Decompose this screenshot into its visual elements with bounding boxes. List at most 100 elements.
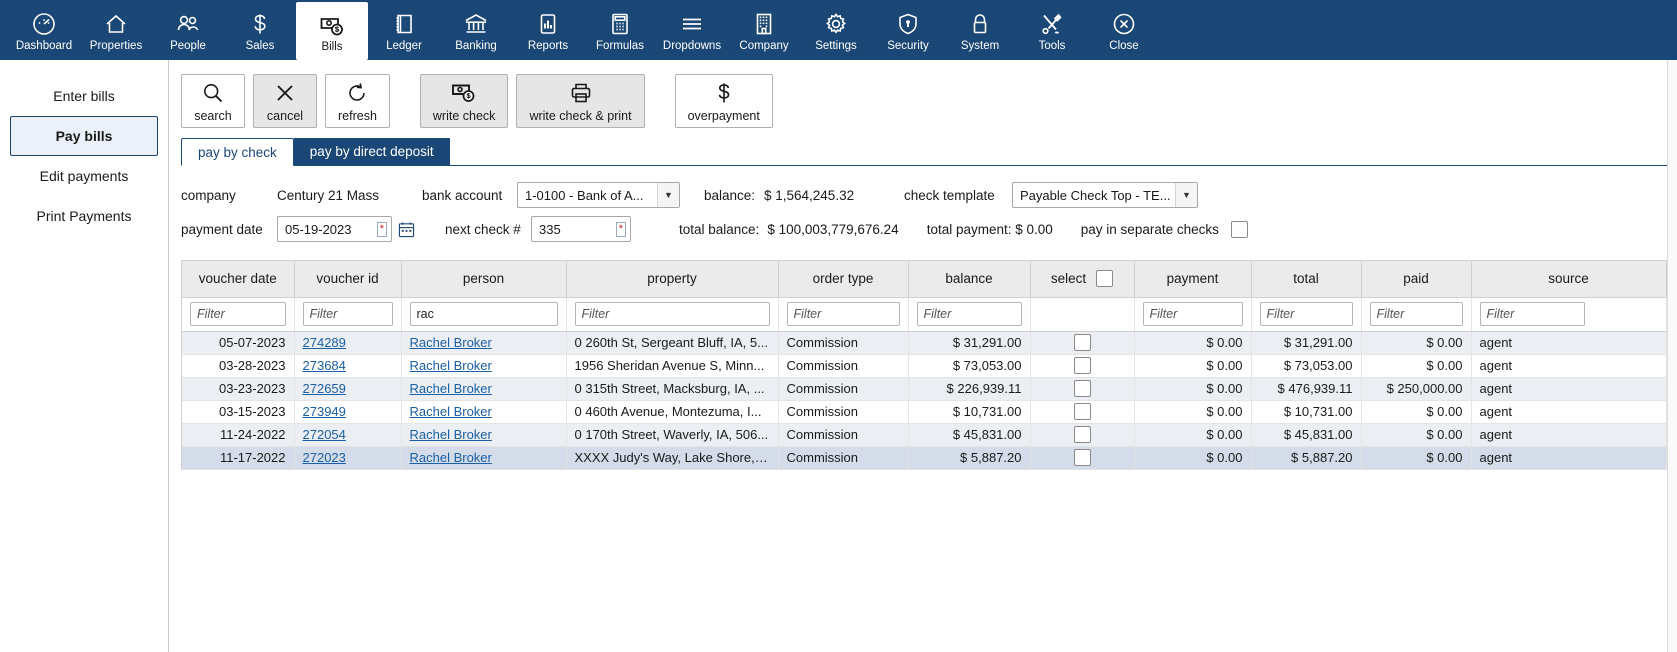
column-header-order-type[interactable]: order type	[778, 261, 909, 298]
filter-input-paid[interactable]	[1369, 302, 1463, 326]
nav-item-dropdowns[interactable]: Dropdowns	[656, 0, 728, 60]
person-link[interactable]: Rachel Broker	[410, 427, 492, 442]
nav-item-settings[interactable]: Settings	[800, 0, 872, 60]
person-link[interactable]: Rachel Broker	[410, 358, 492, 373]
nav-item-properties[interactable]: Properties	[80, 0, 152, 60]
nav-item-company[interactable]: Company	[728, 0, 800, 60]
check-template-select[interactable]: Payable Check Top - TE... ▼	[1012, 182, 1198, 208]
row-select-checkbox[interactable]	[1073, 357, 1091, 375]
cell-balance: $ 31,291.00	[908, 331, 1031, 355]
cell-voucher-date: 11-24-2022	[182, 423, 295, 447]
table-row[interactable]: 03-23-2023 272659 Rachel Broker 0 315th …	[182, 377, 1667, 401]
column-header-person[interactable]: person	[401, 261, 567, 298]
voucher-id-link[interactable]: 272023	[303, 450, 346, 465]
nav-item-people[interactable]: People	[152, 0, 224, 60]
table-row[interactable]: 03-15-2023 273949 Rachel Broker 0 460th …	[182, 400, 1667, 424]
search-button[interactable]: search	[181, 74, 245, 128]
cell-select	[1030, 377, 1135, 401]
voucher-id-link[interactable]: 273949	[303, 404, 346, 419]
calendar-picker-icon[interactable]	[398, 221, 415, 238]
column-header-voucher-date[interactable]: voucher date	[182, 261, 295, 298]
required-marker-icon: *	[376, 221, 387, 237]
bill-money-icon	[319, 11, 345, 39]
company-label: company	[181, 187, 236, 203]
nav-item-tools[interactable]: Tools	[1016, 0, 1088, 60]
voucher-id-link[interactable]: 274289	[303, 335, 346, 350]
filter-input-property[interactable]	[574, 302, 770, 326]
person-link[interactable]: Rachel Broker	[410, 450, 492, 465]
sidebar-item-enter-bills[interactable]: Enter bills	[10, 76, 158, 116]
nav-item-label: Bills	[321, 40, 343, 53]
table-row[interactable]: 11-17-2022 272023 Rachel Broker XXXX Jud…	[182, 446, 1667, 470]
filter-input-source[interactable]	[1479, 302, 1585, 326]
voucher-id-link[interactable]: 273684	[303, 358, 346, 373]
person-link[interactable]: Rachel Broker	[410, 404, 492, 419]
nav-item-dashboard[interactable]: Dashboard	[8, 0, 80, 60]
filter-input-total[interactable]	[1259, 302, 1353, 326]
voucher-id-link[interactable]: 272054	[303, 427, 346, 442]
column-header-property[interactable]: property	[566, 261, 779, 298]
tab-pay-by-check[interactable]: pay by check	[181, 138, 294, 166]
nav-item-bills[interactable]: Bills	[296, 2, 368, 60]
write-check-button[interactable]: write check	[419, 74, 509, 128]
sidebar-item-edit-payments[interactable]: Edit payments	[10, 156, 158, 196]
row-select-checkbox[interactable]	[1073, 426, 1091, 444]
tab-pay-by-direct-deposit[interactable]: pay by direct deposit	[293, 138, 450, 165]
nav-item-security[interactable]: Security	[872, 0, 944, 60]
column-header-voucher-id[interactable]: voucher id	[294, 261, 402, 298]
person-link[interactable]: Rachel Broker	[410, 335, 492, 350]
bar-chart-icon	[535, 10, 561, 38]
nav-item-sales[interactable]: Sales	[224, 0, 296, 60]
cell-person: Rachel Broker	[401, 331, 567, 355]
sidebar-item-pay-bills[interactable]: Pay bills	[10, 116, 158, 156]
right-scroll-edge[interactable]	[1667, 60, 1677, 652]
sidebar-item-print-payments[interactable]: Print Payments	[10, 196, 158, 236]
filter-input-person[interactable]	[409, 302, 558, 326]
voucher-id-link[interactable]: 272659	[303, 381, 346, 396]
row-select-checkbox[interactable]	[1073, 380, 1091, 398]
nav-item-close[interactable]: Close	[1088, 0, 1160, 60]
table-row[interactable]: 11-24-2022 272054 Rachel Broker 0 170th …	[182, 423, 1667, 447]
table-row[interactable]: 05-07-2023 274289 Rachel Broker 0 260th …	[182, 331, 1667, 355]
form-row-1: company Century 21 Mass bank account 1-0…	[181, 178, 1677, 212]
house-icon	[103, 10, 129, 38]
payment-date-field[interactable]: 05-19-2023 *	[277, 216, 392, 242]
pay-in-separate-checks-checkbox[interactable]	[1230, 220, 1248, 238]
column-header-source[interactable]: source	[1471, 261, 1667, 298]
column-header-balance[interactable]: balance	[908, 261, 1031, 298]
nav-item-label: System	[960, 39, 1000, 52]
column-header-paid[interactable]: paid	[1361, 261, 1472, 298]
filter-input-voucher-date[interactable]	[190, 302, 286, 326]
nav-item-formulas[interactable]: Formulas	[584, 0, 656, 60]
next-check-field[interactable]: 335 *	[531, 216, 631, 242]
main-content: search cancel refresh write check write …	[169, 60, 1677, 652]
table-row[interactable]: 03-28-2023 273684 Rachel Broker 1956 She…	[182, 354, 1667, 378]
nav-item-banking[interactable]: Banking	[440, 0, 512, 60]
filter-input-order-type[interactable]	[786, 302, 900, 326]
person-link[interactable]: Rachel Broker	[410, 381, 492, 396]
filter-input-balance[interactable]	[916, 302, 1022, 326]
overpayment-button[interactable]: overpayment	[674, 74, 773, 128]
cancel-button[interactable]: cancel	[253, 74, 317, 128]
chevron-down-icon: ▼	[657, 183, 679, 207]
row-select-checkbox[interactable]	[1073, 403, 1091, 421]
select-all-checkbox[interactable]	[1096, 270, 1114, 288]
bill-money-icon	[451, 80, 477, 106]
row-select-checkbox[interactable]	[1073, 449, 1091, 467]
cell-payment: $ 0.00	[1134, 423, 1252, 447]
cell-source: agent	[1471, 400, 1667, 424]
bank-account-select[interactable]: 1-0100 - Bank of A... ▼	[517, 182, 680, 208]
nav-item-system[interactable]: System	[944, 0, 1016, 60]
column-header-select[interactable]: select	[1030, 261, 1135, 298]
column-header-payment[interactable]: payment	[1134, 261, 1252, 298]
refresh-button[interactable]: refresh	[325, 74, 390, 128]
nav-item-label: Dropdowns	[662, 39, 722, 52]
nav-item-reports[interactable]: Reports	[512, 0, 584, 60]
nav-item-ledger[interactable]: Ledger	[368, 0, 440, 60]
row-select-checkbox[interactable]	[1073, 334, 1091, 352]
filter-input-payment[interactable]	[1142, 302, 1243, 326]
cell-total: $ 476,939.11	[1251, 377, 1362, 401]
column-header-total[interactable]: total	[1251, 261, 1362, 298]
write-check-and-print-button[interactable]: write check & print	[516, 74, 645, 128]
filter-input-voucher-id[interactable]	[302, 302, 393, 326]
